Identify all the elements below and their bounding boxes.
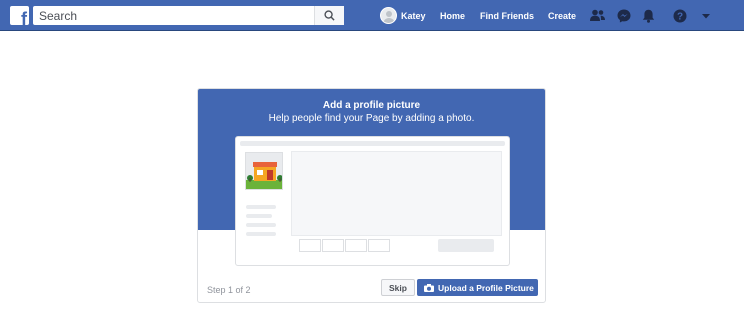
preview-tab <box>299 239 321 252</box>
upload-profile-picture-button[interactable]: Upload a Profile Picture <box>417 279 538 296</box>
storefront-illustration <box>245 152 283 190</box>
friend-requests-icon[interactable] <box>590 8 605 23</box>
notifications-icon[interactable] <box>641 8 656 23</box>
preview-tabs-row <box>291 235 502 256</box>
preview-line <box>246 214 272 218</box>
profile-picture-card: Add a profile picture Help people find y… <box>197 88 546 303</box>
upload-button-label: Upload a Profile Picture <box>438 282 534 293</box>
card-subtitle: Help people find your Page by adding a p… <box>268 113 475 124</box>
account-menu-chevron-icon[interactable] <box>698 8 713 23</box>
home-link[interactable]: Home <box>440 11 465 21</box>
find-friends-link[interactable]: Find Friends <box>480 11 534 21</box>
svg-text:?: ? <box>676 11 682 22</box>
preview-tab <box>322 239 344 252</box>
camera-icon <box>424 283 434 292</box>
avatar <box>380 7 397 24</box>
preview-tab <box>345 239 367 252</box>
step-indicator: Step 1 of 2 <box>207 285 251 295</box>
preview-line <box>246 223 276 227</box>
search-icon <box>324 10 335 21</box>
facebook-logo-letter: f <box>21 9 27 29</box>
user-name: Katey <box>401 10 426 21</box>
preview-sidebar <box>244 151 288 259</box>
search-button[interactable] <box>314 6 344 25</box>
preview-line <box>246 205 276 209</box>
skip-button[interactable]: Skip <box>381 279 415 296</box>
page-preview-illustration <box>235 136 510 266</box>
help-icon[interactable]: ? <box>672 8 687 23</box>
preview-top-bar <box>240 141 505 146</box>
preview-button <box>438 239 494 252</box>
top-navigation-bar: f Katey Home Find Friends Create <box>0 0 744 31</box>
profile-link[interactable]: Katey <box>380 6 426 25</box>
search-box <box>33 6 344 25</box>
card-title: Add a profile picture <box>322 100 421 111</box>
preview-tab <box>368 239 390 252</box>
create-link[interactable]: Create <box>548 11 576 21</box>
facebook-logo[interactable]: f <box>10 6 29 29</box>
messenger-icon[interactable] <box>616 8 631 23</box>
search-input[interactable] <box>33 6 308 25</box>
preview-line <box>246 232 276 236</box>
